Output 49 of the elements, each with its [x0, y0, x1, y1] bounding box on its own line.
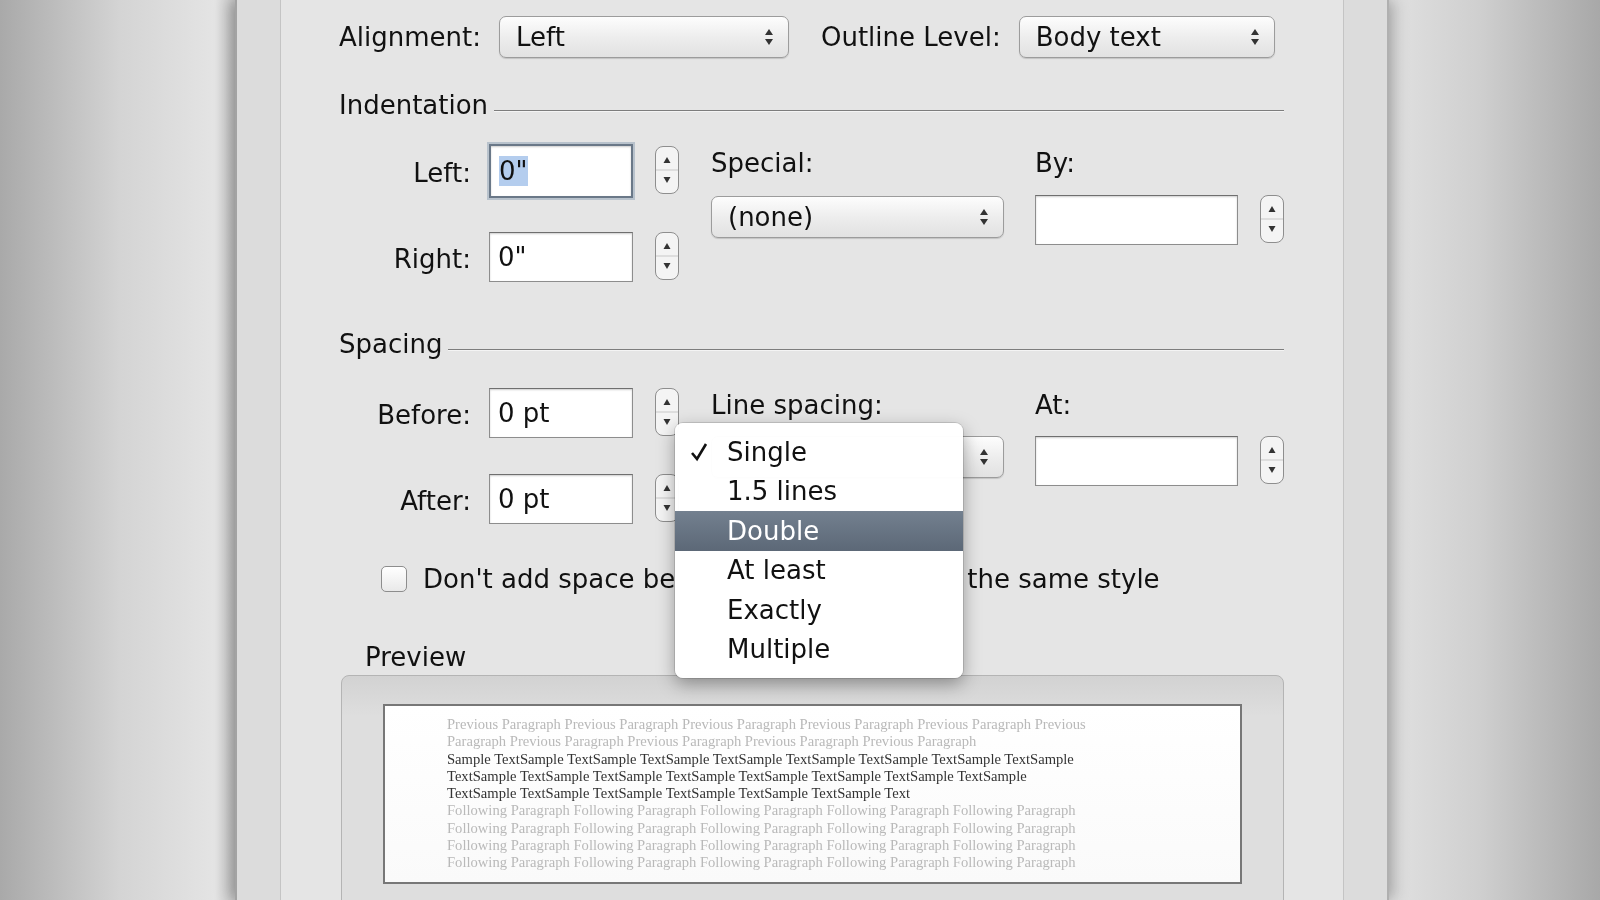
field-label: Line spacing: [711, 390, 883, 420]
preview-text-line: Following Paragraph Following Paragraph Following Paragraph Following Paragraph Following Paragraph [447, 854, 1076, 872]
field-label: Alignment: [339, 21, 481, 54]
field-label: At: [1035, 389, 1073, 422]
menu-item[interactable]: Multiple [675, 629, 963, 669]
menu-item[interactable]: Exactly [675, 590, 963, 630]
text-field[interactable]: 0 pt [489, 474, 633, 524]
preview-text-line: TextSample TextSample TextSample TextSample TextSample TextSample Text [447, 785, 911, 803]
preview-label: Preview [365, 641, 467, 674]
text-field[interactable]: 0" [489, 232, 633, 282]
preview-text-line: Paragraph Previous Paragraph Previous Paragraph Previous Paragraph Previous Paragraph [447, 733, 977, 751]
dropdown[interactable]: (none) [711, 196, 1004, 238]
menu-item[interactable]: Double [675, 511, 963, 551]
text-field[interactable] [1035, 195, 1238, 245]
checkbox-label: Don't add space be [423, 563, 676, 596]
text-field[interactable]: 0 pt [489, 388, 633, 438]
field-label: Before: [377, 399, 471, 432]
dropdown[interactable]: Left [499, 16, 789, 58]
stepper-control[interactable] [1260, 195, 1284, 243]
stepper-control[interactable] [655, 146, 679, 194]
text-field[interactable]: 0" [489, 144, 633, 198]
up-down-arrows-icon [764, 28, 774, 46]
field-label: Left: [413, 157, 471, 190]
preview-text-line: Previous Paragraph Previous Paragraph Previous Paragraph Previous Paragraph Previous Paragraph Previous [447, 716, 1086, 734]
preview-text-line: Following Paragraph Following Paragraph Following Paragraph Following Paragraph Following Paragraph [447, 819, 1076, 838]
checkbox[interactable] [381, 566, 407, 592]
field-label: By: [1035, 147, 1077, 180]
menu-item[interactable]: 1.5 lines [675, 471, 963, 511]
section-title: Spacing [339, 328, 443, 361]
preview-text-line: Following Paragraph Following Paragraph Following Paragraph Following Paragraph Following Paragraph [447, 802, 1076, 820]
preview-text-line: Following Paragraph Following Paragraph Following Paragraph Following Paragraph Following Paragraph [447, 837, 1076, 855]
menu-item[interactable]: At least [675, 550, 963, 590]
preview-text-line: Sample TextSample TextSample TextSample TextSample TextSample TextSample TextSample TextSample [447, 750, 1074, 768]
dropdown[interactable]: Body text [1018, 16, 1275, 58]
up-down-arrows-icon [1249, 28, 1260, 46]
field-label: Right: [393, 243, 471, 276]
stepper-control[interactable] [655, 388, 679, 436]
preview-text-line: TextSample TextSample TextSample TextSample TextSample TextSample TextSample TextSample [447, 767, 1027, 786]
up-down-arrows-icon [979, 208, 989, 226]
stepper-control[interactable] [655, 232, 679, 280]
field-label: Outline Level: [821, 21, 1001, 54]
checkbox-label: the same style [967, 563, 1160, 596]
up-down-arrows-icon [979, 448, 989, 466]
menu-item[interactable]: Single [675, 432, 963, 472]
section-title: Indentation [339, 89, 489, 122]
field-label: After: [400, 485, 471, 518]
text-field[interactable] [1035, 436, 1238, 486]
stepper-control[interactable] [1260, 436, 1284, 484]
field-label: Special: [711, 148, 814, 178]
